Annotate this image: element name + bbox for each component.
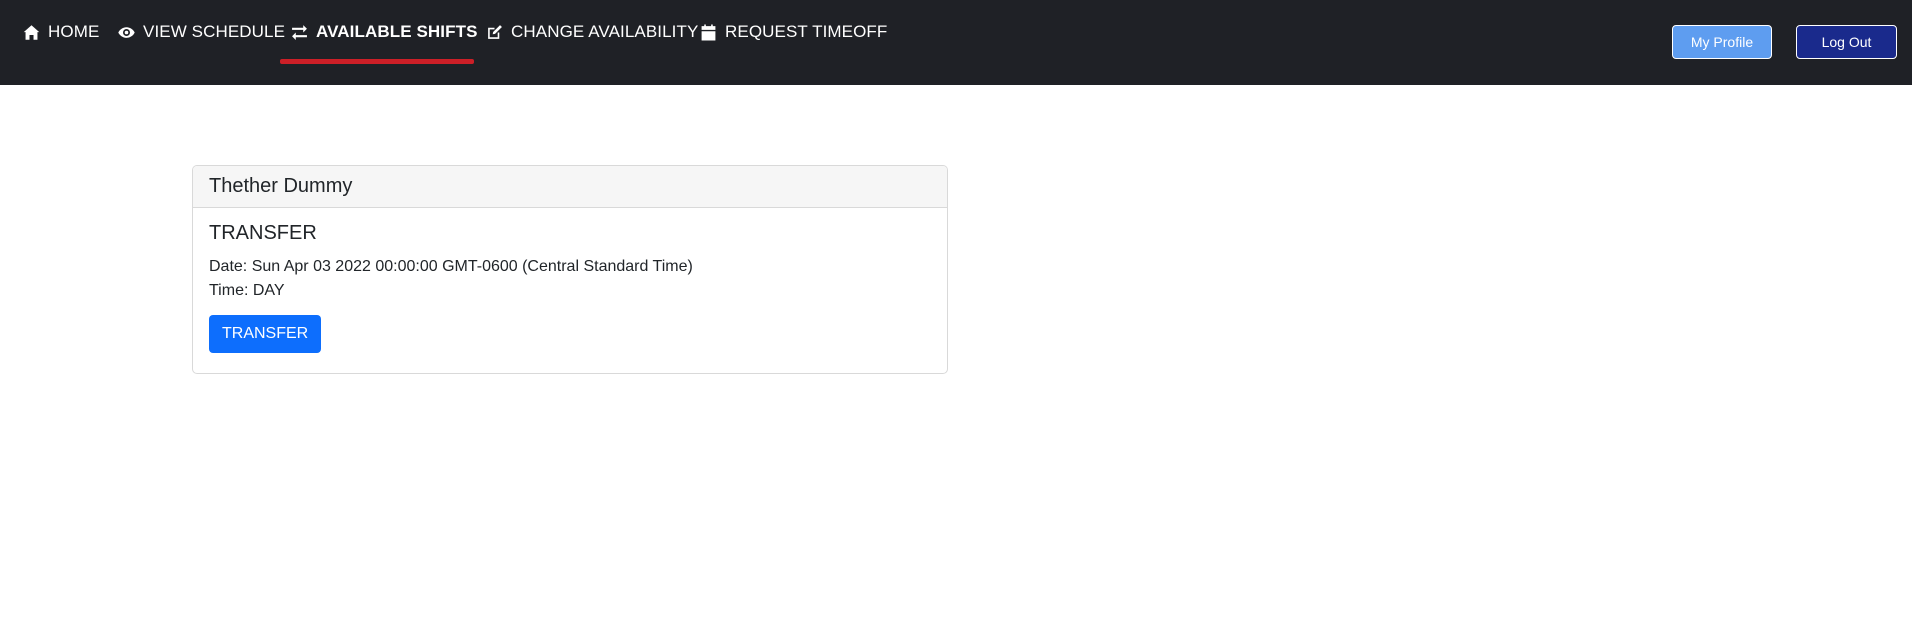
- shift-card-body: TRANSFER Date: Sun Apr 03 2022 00:00:00 …: [193, 208, 947, 369]
- log-out-button[interactable]: Log Out: [1796, 25, 1897, 59]
- top-navbar: HOME VIEW SCHEDULE AVAILABLE SHIFTS CHAN…: [0, 0, 1912, 85]
- nav-label-change-availability: CHANGE AVAILABILITY: [511, 22, 699, 41]
- nav-label-home: HOME: [48, 22, 100, 41]
- shift-type-title: TRANSFER: [209, 222, 317, 244]
- shift-date: Date: Sun Apr 03 2022 00:00:00 GMT-0600 …: [209, 258, 693, 275]
- edit-icon: [486, 24, 503, 41]
- nav-item-view-schedule[interactable]: VIEW SCHEDULE: [118, 0, 285, 64]
- nav-item-home[interactable]: HOME: [23, 0, 99, 64]
- my-profile-button[interactable]: My Profile: [1672, 25, 1772, 59]
- nav-label-available-shifts: AVAILABLE SHIFTS: [316, 22, 478, 41]
- calendar-icon: [700, 24, 717, 41]
- nav-label-request-timeoff: REQUEST TIMEOFF: [725, 22, 888, 41]
- eye-icon: [118, 24, 135, 41]
- nav-item-request-timeoff[interactable]: REQUEST TIMEOFF: [700, 0, 887, 64]
- shift-card-header: Thether Dummy: [193, 166, 947, 208]
- nav-item-change-availability[interactable]: CHANGE AVAILABILITY: [486, 0, 698, 64]
- shift-time: Time: DAY: [209, 282, 285, 299]
- shift-card: Thether Dummy TRANSFER Date: Sun Apr 03 …: [192, 165, 948, 374]
- active-tab-indicator: [280, 59, 474, 64]
- swap-arrows-icon: [291, 24, 308, 41]
- nav-label-view-schedule: VIEW SCHEDULE: [143, 22, 286, 41]
- nav-item-available-shifts[interactable]: AVAILABLE SHIFTS: [291, 0, 478, 64]
- transfer-button[interactable]: TRANSFER: [209, 315, 322, 353]
- home-icon: [23, 24, 40, 41]
